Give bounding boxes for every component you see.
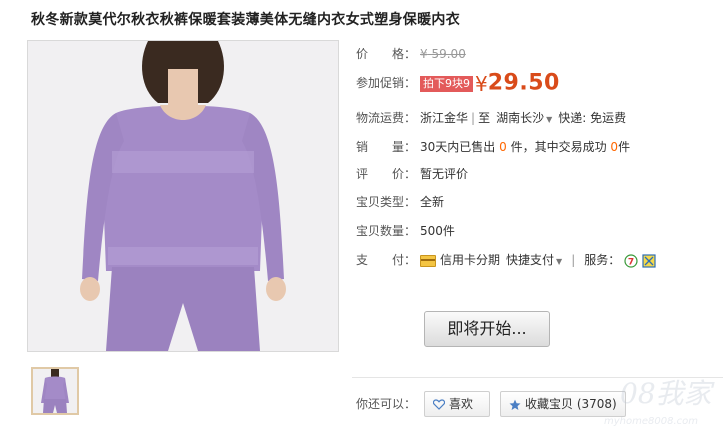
seven-day-return-icon[interactable]: 7 (624, 253, 638, 268)
type-row: 宝贝类型： 全新 (356, 191, 444, 213)
sales-label: 销 量： (356, 140, 417, 154)
promo-price: 29.50 (487, 70, 560, 96)
shipping-row: 物流运费： 浙江金华 | 至湖南长沙 ▼ 快递: 免运费 (356, 107, 626, 129)
payment-row: 支 付： 信用卡分期 快捷支付 ▼ | 服务： 7 (356, 249, 656, 271)
quantity-label: 宝贝数量： (356, 224, 417, 238)
promo-label: 参加促销： (356, 76, 417, 90)
review-value: 暂无评价 (420, 167, 469, 181)
ship-from: 浙江金华 (420, 111, 469, 125)
star-icon (509, 399, 521, 410)
thumbnail-image[interactable] (31, 367, 79, 415)
type-label: 宝贝类型： (356, 195, 417, 209)
review-label: 评 价： (356, 167, 417, 181)
share-label: 你还可以： (356, 397, 417, 411)
chevron-down-icon[interactable]: ▼ (546, 115, 552, 124)
original-price: ¥ 59.00 (420, 47, 466, 61)
heart-icon (432, 399, 446, 410)
express-fee: 快递: 免运费 (558, 111, 627, 125)
product-photo (28, 41, 338, 351)
shipping-label: 物流运费： (356, 111, 417, 125)
success-count: 0 (610, 140, 619, 154)
quantity-row: 宝贝数量： 500件 (356, 220, 455, 242)
like-button[interactable]: 喜欢 (424, 391, 490, 417)
favorite-button[interactable]: 收藏宝贝 (3708) (500, 391, 626, 417)
divider (352, 377, 723, 378)
quantity-value: 500件 (420, 224, 455, 238)
payment-label: 支 付： (356, 253, 417, 267)
promo-tag: 拍下9块9 (420, 75, 473, 92)
ship-to-label: 至 (478, 111, 491, 125)
sold-count: 0 (499, 140, 507, 154)
like-label: 喜欢 (449, 397, 474, 411)
product-title: 秋冬新款莫代尔秋衣秋裤保暖套装薄美体无缝内衣女式塑身保暖内衣 (31, 12, 460, 28)
price-row: 价 格： ¥ 59.00 (356, 43, 466, 65)
credit-card-icon (420, 254, 436, 267)
watermark-text: 08我家 (620, 377, 712, 410)
ship-to-select[interactable]: 湖南长沙 (496, 111, 544, 125)
svg-text:7: 7 (628, 257, 634, 267)
main-product-image[interactable] (27, 40, 339, 352)
consumer-guarantee-icon[interactable] (642, 253, 656, 268)
quick-pay[interactable]: 快捷支付 (506, 253, 554, 267)
type-value: 全新 (420, 195, 445, 209)
watermark-url: myhome8008.com (604, 416, 698, 427)
promo-yen: ¥ (475, 71, 488, 96)
credit-installment[interactable]: 信用卡分期 (440, 253, 500, 267)
service-label: 服务： (584, 253, 621, 267)
thumbnail-photo (33, 369, 77, 413)
promo-row: 参加促销： 拍下9块9 ¥29.50 (356, 69, 560, 97)
favorite-label: 收藏宝贝 (3708) (525, 397, 617, 411)
sales-row: 销 量： 30天内已售出 0 件，其中交易成功 0件 (356, 136, 630, 158)
review-row: 评 价： 暂无评价 (356, 163, 468, 185)
chevron-down-icon[interactable]: ▼ (556, 257, 562, 266)
price-label: 价 格： (356, 47, 417, 61)
buy-button[interactable]: 即将开始... (424, 311, 550, 347)
